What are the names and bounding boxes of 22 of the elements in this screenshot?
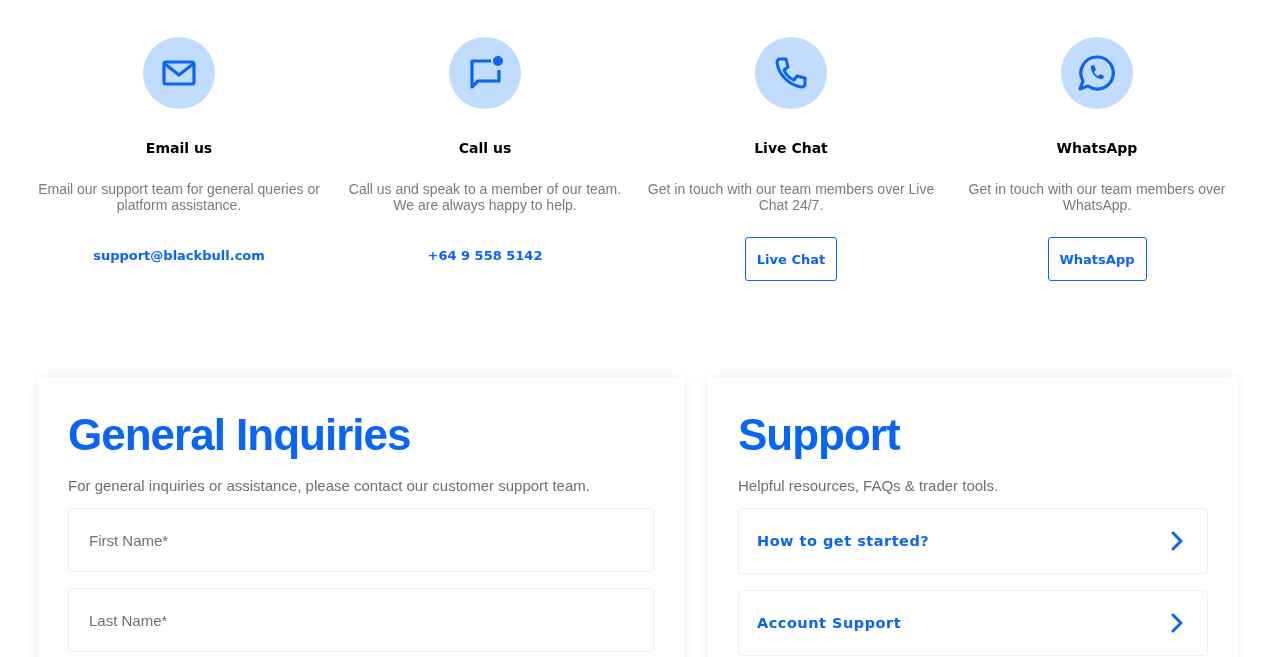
- contact-button[interactable]: Live Chat: [744, 237, 838, 281]
- input-field[interactable]: First Name*: [68, 508, 654, 572]
- contact-link[interactable]: +64 9 558 5142: [427, 247, 543, 265]
- section-heading: General Inquiries: [68, 409, 412, 461]
- support-link[interactable]: How to get started?: [738, 508, 1208, 574]
- section-subtitle: For general inquiries or assistance, please contact our customer support team.: [68, 477, 591, 494]
- contact-button[interactable]: WhatsApp: [1047, 237, 1147, 281]
- contact-link[interactable]: support@blackbull.com: [93, 247, 265, 265]
- contact-title: Live Chat: [754, 140, 828, 156]
- contact-title: Call us: [458, 140, 512, 156]
- contact-description: Call us and speak to a member of our team. We are always happy to help.: [347, 181, 623, 213]
- chevron-right-icon: [1171, 613, 1183, 633]
- contact-description: Get in touch with our team members over Live Chat 24/7.: [646, 181, 936, 213]
- chevron-right-icon: [1171, 531, 1183, 551]
- section-subtitle: Helpful resources, FAQs & trader tools.: [738, 477, 1000, 494]
- contact-description: Get in touch with our team members over WhatsApp.: [967, 181, 1227, 213]
- support-link[interactable]: Account Support: [738, 590, 1208, 656]
- contact-description: Email our support team for general queries or platform assistance.: [37, 181, 321, 213]
- contact-title: Email us: [145, 140, 213, 156]
- section-heading: Support: [738, 409, 901, 461]
- input-field[interactable]: Last Name*: [68, 588, 654, 652]
- contact-title: WhatsApp: [1056, 140, 1138, 156]
